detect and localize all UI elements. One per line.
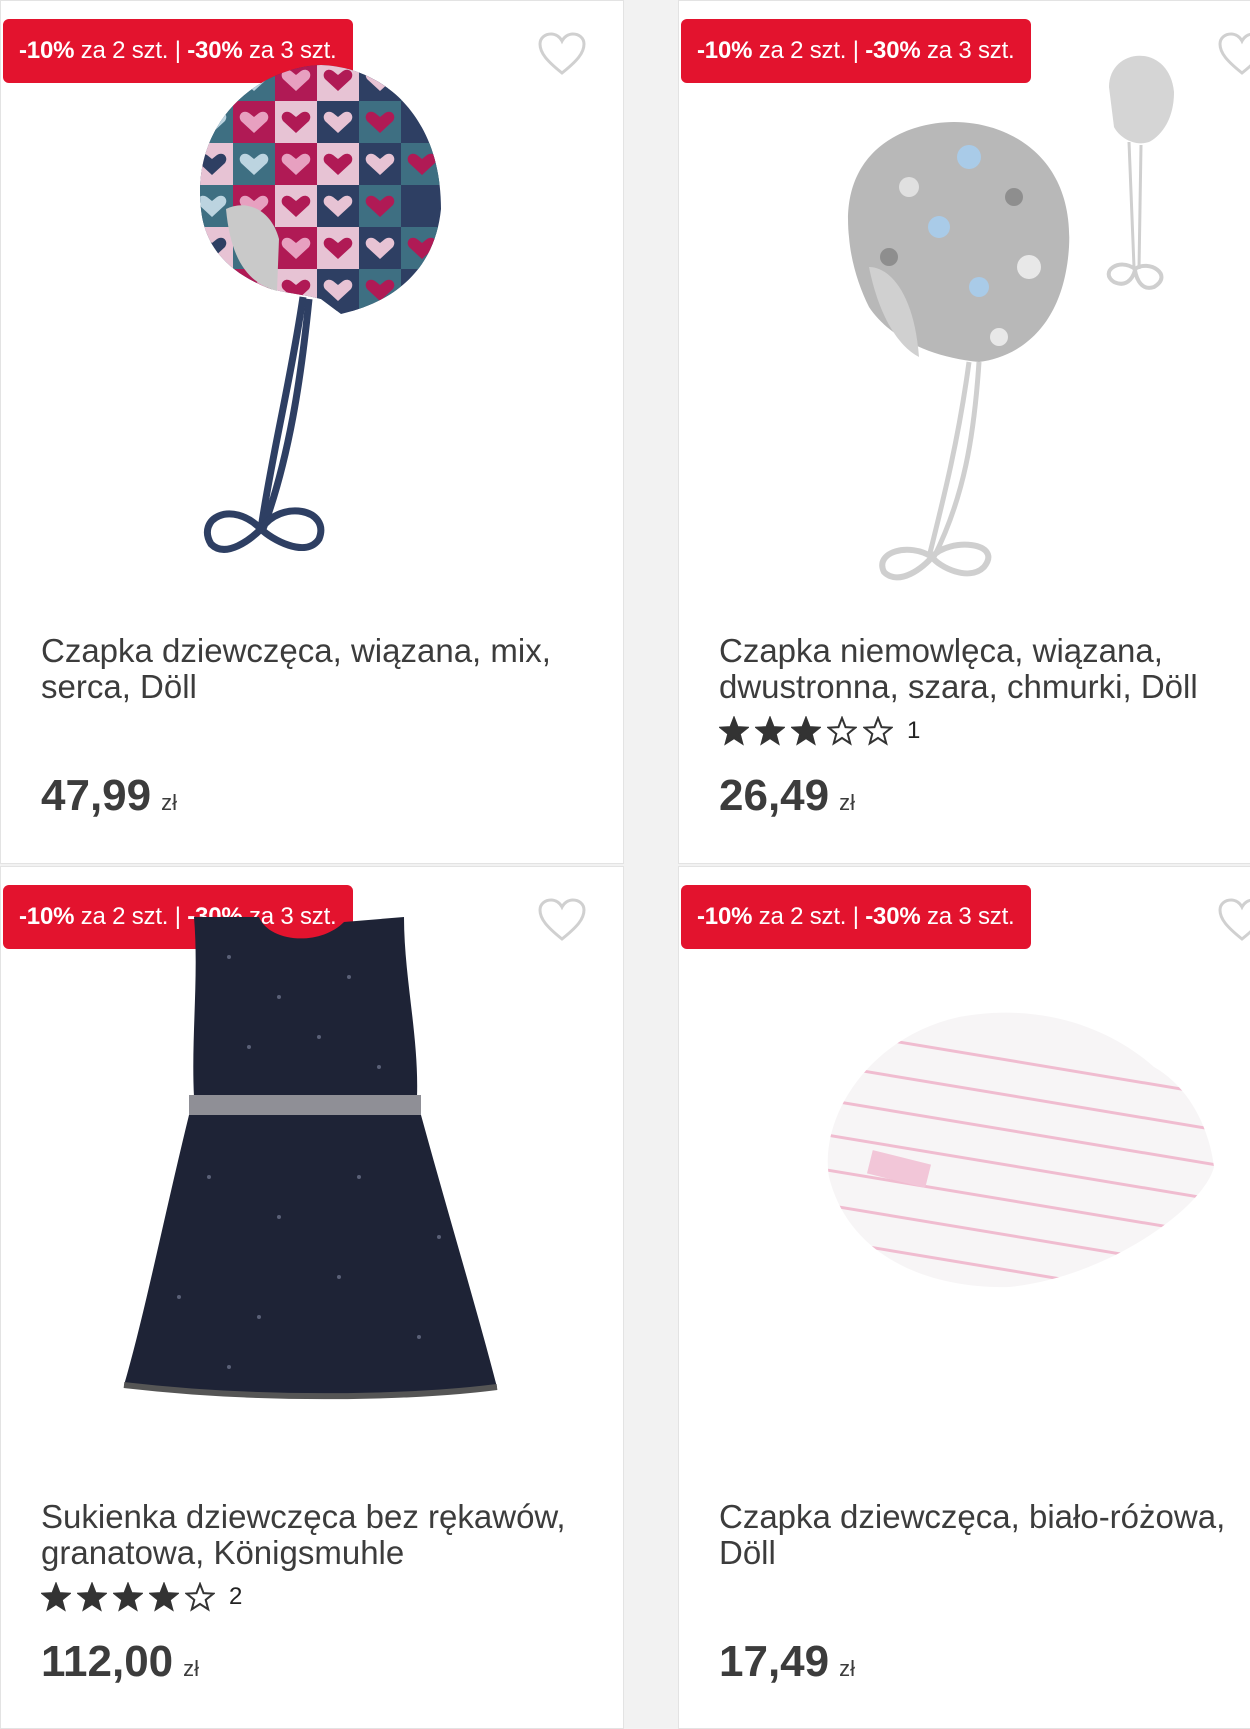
product-card[interactable]: -10% za 2 szt. | -30% za 3 szt. Czapka d… bbox=[0, 0, 624, 864]
product-image-navy-dress[interactable] bbox=[119, 917, 509, 1437]
product-title[interactable]: Sukienka dziewczęca bez rękawów, granato… bbox=[41, 1499, 601, 1571]
star-filled-icon bbox=[113, 1582, 143, 1612]
star-filled-icon bbox=[791, 716, 821, 746]
product-image-knit-hat[interactable] bbox=[191, 59, 451, 559]
heart-outline-icon[interactable] bbox=[537, 897, 587, 943]
star-filled-icon bbox=[755, 716, 785, 746]
title-line-1: Czapka dziewczęca, biało-różowa, bbox=[719, 1498, 1226, 1535]
rating: 2 bbox=[41, 1581, 242, 1613]
product-title[interactable]: Czapka niemowlęca, wiązana, dwustronna, … bbox=[719, 633, 1250, 705]
product-title[interactable]: Czapka dziewczęca, biało-różowa, Döll bbox=[719, 1499, 1250, 1571]
product-image-striped-beanie[interactable] bbox=[809, 1007, 1229, 1327]
rating: 1 bbox=[719, 715, 920, 747]
product-price: 17,49 zł bbox=[719, 1637, 855, 1687]
price-amount: 26,49 bbox=[719, 771, 830, 820]
star-outline-icon bbox=[185, 1582, 215, 1612]
title-line-2: granatowa, Königsmuhle bbox=[41, 1534, 405, 1571]
price-currency: zł bbox=[839, 790, 855, 815]
price-currency: zł bbox=[161, 790, 177, 815]
rating-count: 1 bbox=[907, 717, 921, 744]
product-image-grey-hat[interactable] bbox=[829, 37, 1189, 597]
price-currency: zł bbox=[839, 1656, 855, 1681]
star-outline-icon bbox=[827, 716, 857, 746]
title-line-2: Döll bbox=[719, 1534, 776, 1571]
rating-count: 2 bbox=[229, 1583, 243, 1610]
star-filled-icon bbox=[41, 1582, 71, 1612]
star-filled-icon bbox=[719, 716, 749, 746]
product-grid: -10% za 2 szt. | -30% za 3 szt. Czapka d… bbox=[0, 0, 1250, 1729]
price-amount: 112,00 bbox=[41, 1637, 174, 1686]
promo-badge: -10% za 2 szt. | -30% za 3 szt. bbox=[681, 885, 1031, 949]
title-line-2: dwustronna, szara, chmurki, Döll bbox=[719, 668, 1198, 705]
heart-outline-icon[interactable] bbox=[1217, 897, 1250, 943]
product-card[interactable]: -10% za 2 szt. | -30% za 3 szt. Czapka d… bbox=[678, 866, 1250, 1729]
product-price: 26,49 zł bbox=[719, 771, 855, 821]
product-card[interactable]: -10% za 2 szt. | -30% za 3 szt. Czapka n… bbox=[678, 0, 1250, 864]
title-line-1: Czapka dziewczęca, wiązana, mix, bbox=[41, 632, 551, 669]
product-title[interactable]: Czapka dziewczęca, wiązana, mix, serca, … bbox=[41, 633, 601, 705]
star-outline-icon bbox=[863, 716, 893, 746]
price-amount: 47,99 bbox=[41, 771, 152, 820]
heart-outline-icon[interactable] bbox=[1217, 31, 1250, 77]
title-line-2: serca, Döll bbox=[41, 668, 197, 705]
product-price: 47,99 zł bbox=[41, 771, 177, 821]
price-amount: 17,49 bbox=[719, 1637, 830, 1686]
star-filled-icon bbox=[77, 1582, 107, 1612]
title-line-1: Sukienka dziewczęca bez rękawów, bbox=[41, 1498, 566, 1535]
product-card[interactable]: -10% za 2 szt. | -30% za 3 szt. Sukienka… bbox=[0, 866, 624, 1729]
price-currency: zł bbox=[183, 1656, 200, 1681]
product-price: 112,00 zł bbox=[41, 1637, 199, 1687]
heart-outline-icon[interactable] bbox=[537, 31, 587, 77]
star-filled-icon bbox=[149, 1582, 179, 1612]
title-line-1: Czapka niemowlęca, wiązana, bbox=[719, 632, 1163, 669]
